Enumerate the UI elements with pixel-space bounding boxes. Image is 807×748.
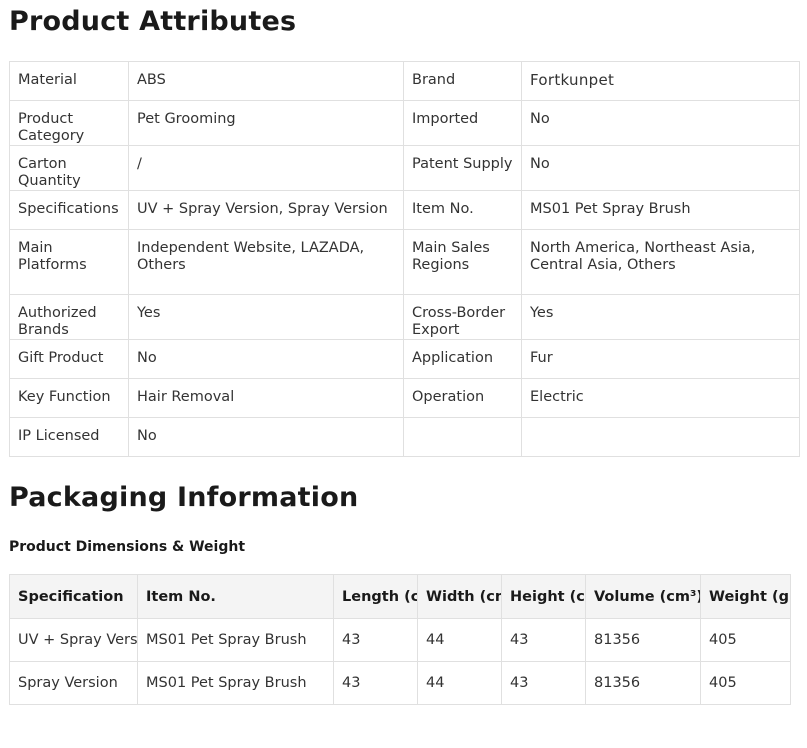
table-cell: 43 <box>501 618 586 662</box>
table-cell: 43 <box>501 661 586 705</box>
table-row: UV + Spray Version MS01 Pet Spray Brush … <box>9 618 791 662</box>
attribute-label: Key Function <box>9 378 129 418</box>
table-cell: 405 <box>700 618 791 662</box>
packaging-information-title: Packaging Information <box>9 482 359 513</box>
column-header: Height (cm) <box>501 574 586 619</box>
table-cell: MS01 Pet Spray Brush <box>137 618 334 662</box>
table-cell: MS01 Pet Spray Brush <box>137 661 334 705</box>
attribute-value: UV + Spray Version, Spray Version <box>128 190 404 230</box>
attribute-label: Patent Supply <box>403 145 522 191</box>
dimensions-subtitle: Product Dimensions & Weight <box>9 539 246 555</box>
attribute-label: Authorized Brands <box>9 294 129 340</box>
attribute-value: Electric <box>521 378 800 418</box>
attribute-row: Product Category Pet Grooming Imported N… <box>9 100 800 146</box>
column-header: Specification <box>9 574 138 619</box>
attribute-value: No <box>128 339 404 379</box>
table-cell: Spray Version <box>9 661 138 705</box>
attribute-row: Material ABS Brand Fortkunpet <box>9 61 800 101</box>
attribute-label: Item No. <box>403 190 522 230</box>
attribute-label: Material <box>9 61 129 101</box>
attribute-label: Gift Product <box>9 339 129 379</box>
table-header-row: Specification Item No. Length (cm) Width… <box>9 574 791 619</box>
attribute-value: No <box>521 100 800 146</box>
column-header: Weight (g) <box>700 574 791 619</box>
attribute-label: Imported <box>403 100 522 146</box>
attribute-value: / <box>128 145 404 191</box>
attribute-value: Fur <box>521 339 800 379</box>
table-cell: 43 <box>333 661 418 705</box>
attribute-row: Authorized Brands Yes Cross-Border Expor… <box>9 294 800 340</box>
product-attributes-table: Material ABS Brand Fortkunpet Product Ca… <box>9 61 800 457</box>
table-cell: 81356 <box>585 661 701 705</box>
attribute-row: Carton Quantity / Patent Supply No <box>9 145 800 191</box>
attribute-label: Carton Quantity <box>9 145 129 191</box>
attribute-value: MS01 Pet Spray Brush <box>521 190 800 230</box>
attribute-label: IP Licensed <box>9 417 129 457</box>
column-header: Width (cm) <box>417 574 502 619</box>
product-attributes-title: Product Attributes <box>9 6 297 37</box>
attribute-value: Yes <box>521 294 800 340</box>
attribute-label: Main Platforms <box>9 229 129 295</box>
column-header: Volume (cm³) <box>585 574 701 619</box>
packaging-table: Specification Item No. Length (cm) Width… <box>9 574 791 705</box>
attribute-row: Main Platforms Independent Website, LAZA… <box>9 229 800 295</box>
attribute-value: Hair Removal <box>128 378 404 418</box>
attribute-value: Fortkunpet <box>521 61 800 101</box>
table-cell: 43 <box>333 618 418 662</box>
attribute-label: Cross-Border Export <box>403 294 522 340</box>
attribute-value: No <box>128 417 404 457</box>
attribute-value: Yes <box>128 294 404 340</box>
column-header: Length (cm) <box>333 574 418 619</box>
attribute-label: Main Sales Regions <box>403 229 522 295</box>
table-cell: 44 <box>417 661 502 705</box>
table-cell: UV + Spray Version <box>9 618 138 662</box>
attribute-label: Application <box>403 339 522 379</box>
attribute-value: ABS <box>128 61 404 101</box>
attribute-value: No <box>521 145 800 191</box>
table-row: Spray Version MS01 Pet Spray Brush 43 44… <box>9 661 791 705</box>
attribute-label <box>403 417 522 457</box>
table-cell: 405 <box>700 661 791 705</box>
table-cell: 44 <box>417 618 502 662</box>
attribute-label: Operation <box>403 378 522 418</box>
attribute-row: IP Licensed No <box>9 417 800 457</box>
attribute-value: North America, Northeast Asia, Central A… <box>521 229 800 295</box>
attribute-value: Independent Website, LAZADA, Others <box>128 229 404 295</box>
table-cell: 81356 <box>585 618 701 662</box>
attribute-row: Gift Product No Application Fur <box>9 339 800 379</box>
attribute-row: Key Function Hair Removal Operation Elec… <box>9 378 800 418</box>
column-header: Item No. <box>137 574 334 619</box>
attribute-row: Specifications UV + Spray Version, Spray… <box>9 190 800 230</box>
attribute-value <box>521 417 800 457</box>
attribute-label: Specifications <box>9 190 129 230</box>
attribute-value: Pet Grooming <box>128 100 404 146</box>
attribute-label: Product Category <box>9 100 129 146</box>
attribute-label: Brand <box>403 61 522 101</box>
